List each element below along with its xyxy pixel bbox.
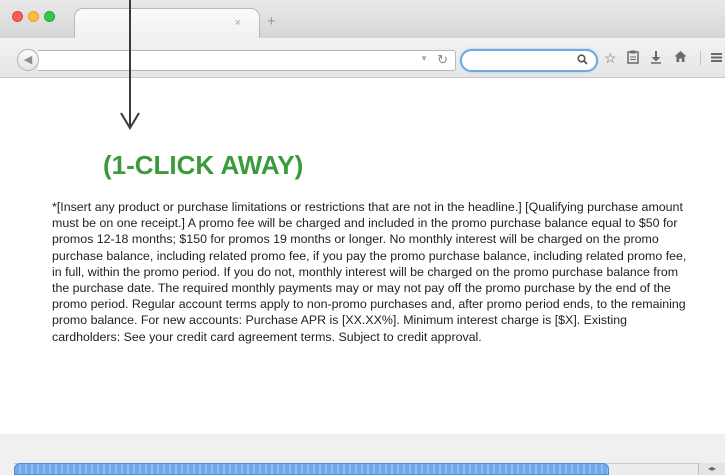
search-input[interactable] xyxy=(460,49,598,72)
back-arrow-icon: ◀ xyxy=(23,54,33,66)
page-content: (1-CLICK AWAY) *[Insert any product or p… xyxy=(0,78,725,434)
reload-icon[interactable]: ↻ xyxy=(437,52,448,68)
page-headline: (1-CLICK AWAY) xyxy=(103,150,304,180)
window-minimize-button[interactable] xyxy=(28,11,39,22)
home-icon[interactable] xyxy=(674,50,687,66)
toolbar-separator xyxy=(700,51,701,66)
browser-tab[interactable]: × xyxy=(74,8,260,39)
window-maximize-button[interactable] xyxy=(44,11,55,22)
download-icon[interactable] xyxy=(650,50,662,67)
scroll-arrow-buttons[interactable]: ◂▸ xyxy=(698,463,725,475)
title-bar: × + xyxy=(0,0,725,39)
window-close-button[interactable] xyxy=(12,11,23,22)
back-button[interactable]: ◀ xyxy=(17,49,39,71)
menu-icon[interactable] xyxy=(711,50,722,66)
clipboard-icon[interactable] xyxy=(627,50,639,68)
browser-window: × + ▼ ↻ ◀ ☆ (1-CLICK AWAY) *[Insert any … xyxy=(0,0,725,475)
new-tab-button[interactable]: + xyxy=(267,14,276,29)
bookmark-star-icon[interactable]: ☆ xyxy=(604,50,617,66)
horizontal-scrollbar-thumb[interactable] xyxy=(14,463,609,475)
down-arrow-icon xyxy=(120,0,140,130)
promo-disclaimer-text: *[Insert any product or purchase limitat… xyxy=(52,200,687,344)
navigation-toolbar: ▼ ↻ ◀ ☆ xyxy=(0,38,725,78)
url-bar[interactable]: ▼ ↻ xyxy=(38,50,456,71)
scroll-right-icon[interactable]: ▸ xyxy=(712,464,716,473)
tab-close-icon[interactable]: × xyxy=(235,16,241,30)
search-icon[interactable] xyxy=(577,54,588,68)
url-dropdown-icon[interactable]: ▼ xyxy=(420,54,428,63)
